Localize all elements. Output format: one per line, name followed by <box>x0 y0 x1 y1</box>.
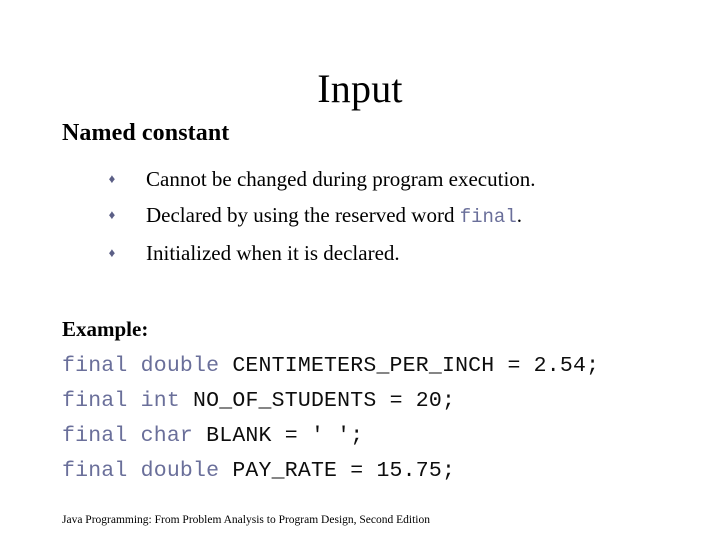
list-item: ♦ Cannot be changed during program execu… <box>62 161 682 197</box>
diamond-bullet-icon: ♦ <box>108 245 116 260</box>
example-label: Example: <box>62 317 149 341</box>
code-line: final int NO_OF_STUDENTS = 20; <box>62 384 702 419</box>
code-keyword: final char <box>62 424 207 448</box>
bullet-list: ♦ Cannot be changed during program execu… <box>62 161 682 271</box>
code-keyword: final double <box>62 354 233 378</box>
list-item-label-suffix: . <box>516 203 522 227</box>
diamond-bullet-icon: ♦ <box>108 207 116 222</box>
code-line: final char BLANK = ' '; <box>62 419 702 454</box>
list-item-label: Cannot be changed during program executi… <box>146 167 536 191</box>
list-item: ♦ Initialized when it is declared. <box>62 235 682 271</box>
code-keyword: final int <box>62 389 194 413</box>
presentation-slide: Input Named constant ♦ Cannot be changed… <box>0 0 720 540</box>
code-statement: NO_OF_STUDENTS = 20; <box>193 389 456 413</box>
code-keyword-final: final <box>459 206 517 228</box>
list-item-label: Initialized when it is declared. <box>146 241 400 265</box>
list-item-label: Declared by using the reserved word <box>146 203 460 227</box>
example-block: Example: final double CENTIMETERS_PER_IN… <box>62 316 702 489</box>
page-title: Input <box>317 65 403 111</box>
list-item: ♦ Declared by using the reserved word fi… <box>62 197 682 235</box>
code-statement: BLANK = ' '; <box>206 424 364 448</box>
slide-body: Named constant ♦ Cannot be changed durin… <box>62 118 682 271</box>
code-line: final double PAY_RATE = 15.75; <box>62 454 702 489</box>
code-statement: PAY_RATE = 15.75; <box>232 459 456 483</box>
code-keyword: final double <box>62 459 233 483</box>
code-line: final double CENTIMETERS_PER_INCH = 2.54… <box>62 349 702 384</box>
section-heading: Named constant <box>62 120 230 146</box>
code-statement: CENTIMETERS_PER_INCH = 2.54; <box>232 354 600 378</box>
diamond-bullet-icon: ♦ <box>108 171 116 186</box>
slide-footer: Java Programming: From Problem Analysis … <box>62 514 430 526</box>
code-block: final double CENTIMETERS_PER_INCH = 2.54… <box>62 349 702 489</box>
